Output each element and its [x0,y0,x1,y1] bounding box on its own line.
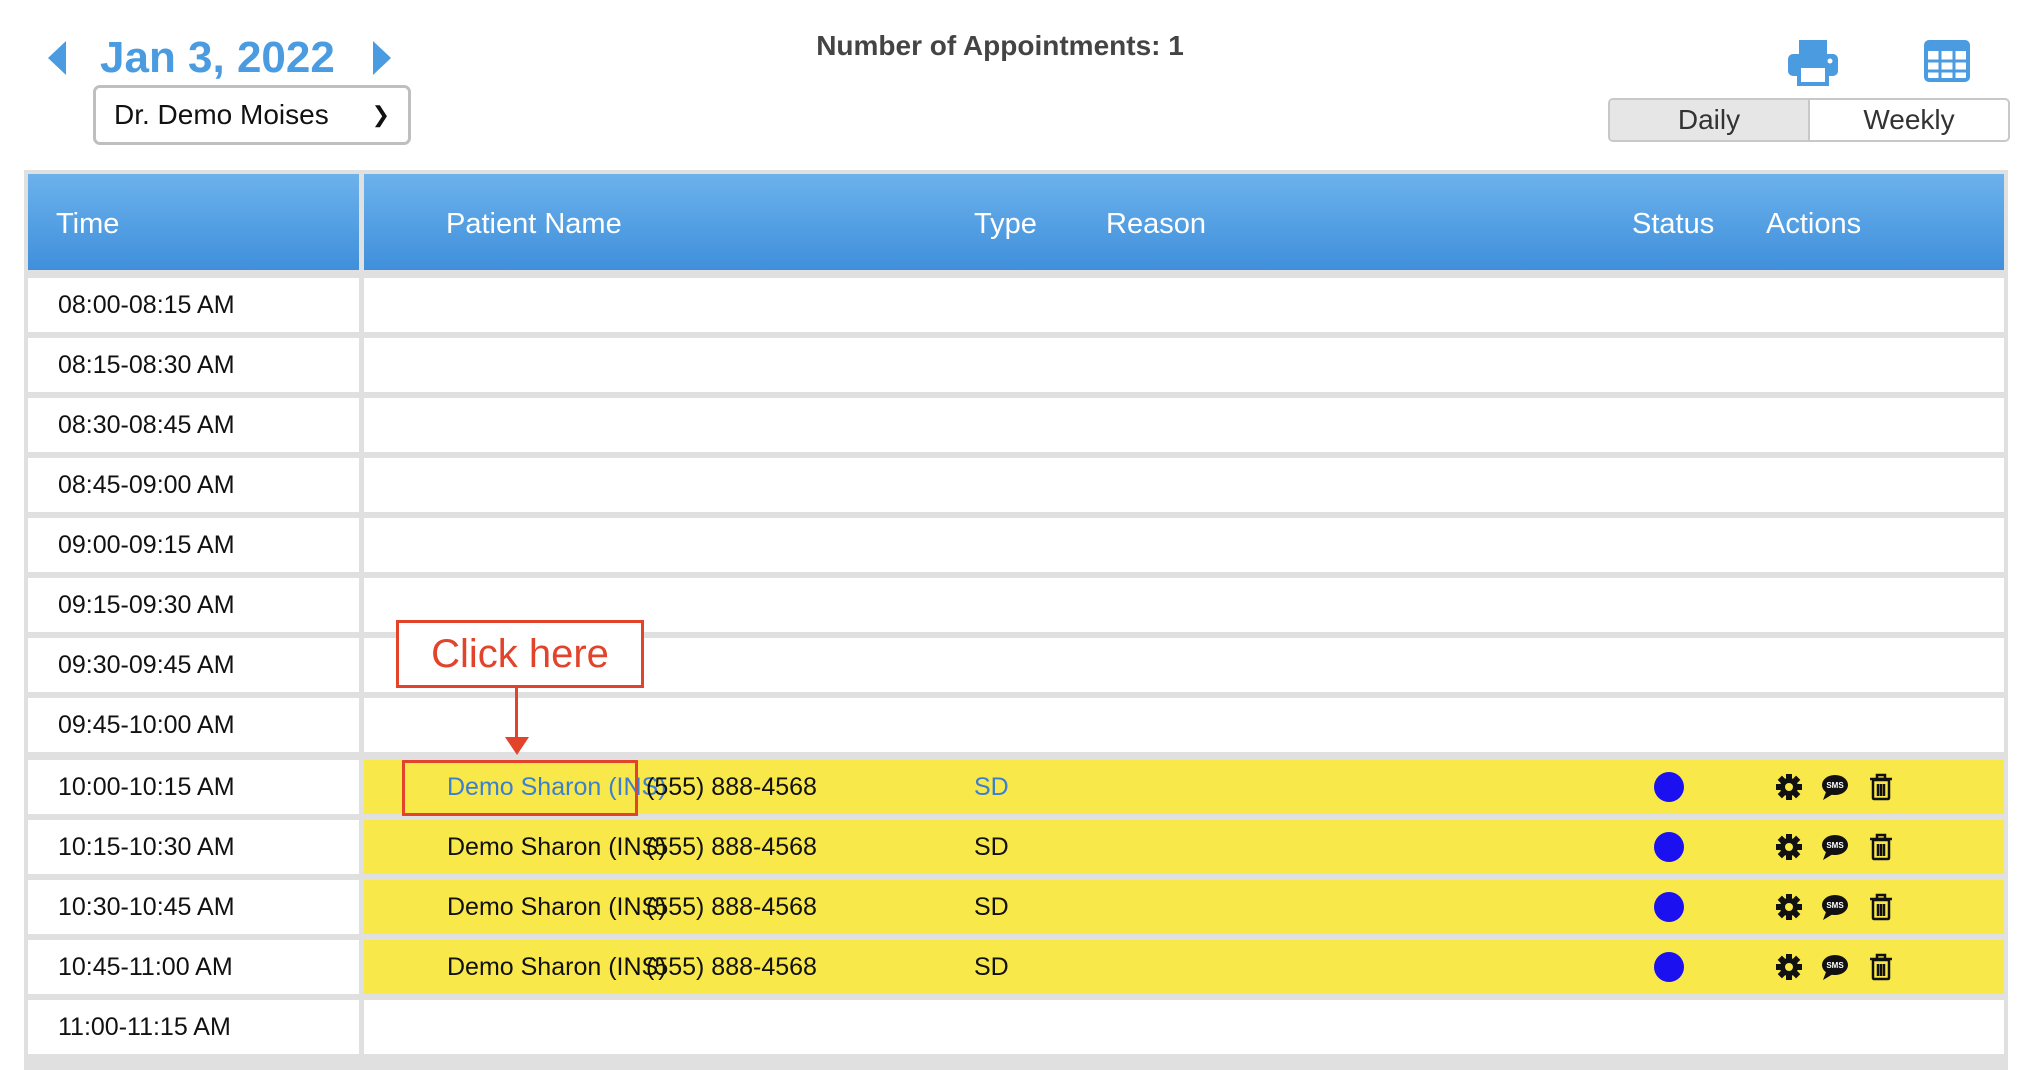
schedule-table: Time Patient Name Type Reason Status Act… [24,170,2008,1070]
status-indicator [1654,832,1684,862]
weekly-view-button[interactable]: Weekly [1810,100,2008,140]
patient-name-link[interactable]: Demo Sharon (INS) [447,940,667,994]
status-indicator [1654,772,1684,802]
appointment-slot[interactable] [364,698,2004,752]
schedule-row: 09:45-10:00 AM [24,698,2008,752]
click-here-callout: Click here [396,620,644,688]
appointment-slot[interactable] [364,518,2004,572]
patient-phone: (555) 888-4568 [646,952,817,981]
callout-arrow-line [515,688,518,740]
time-slot-label: 08:15-08:30 AM [28,338,359,392]
sms-icon[interactable]: SMS [1820,892,1850,922]
time-slot-label: 10:30-10:45 AM [28,880,359,934]
reason-header-label: Reason [1106,208,1206,240]
actions-header-label: Actions [1766,208,1862,240]
callout-arrow-head [505,737,529,755]
schedule-row: 10:00-10:15 AM Demo Sharon (INS) (555) 888… [24,760,2008,814]
callout-target-highlight [402,760,638,816]
time-slot-label: 09:15-09:30 AM [28,578,359,632]
next-day-arrow-icon[interactable] [372,41,391,75]
delete-trash-icon[interactable] [1866,952,1896,982]
patient-phone: (555) 888-4568 [646,832,817,861]
schedule-row: 08:45-09:00 AM [24,458,2008,512]
time-slot-label: 11:00-11:15 AM [28,1000,359,1054]
appointment-slot[interactable] [364,338,2004,392]
appointment-slot[interactable]: Demo Sharon (INS) (555) 888-4568 SD SMS [364,820,2004,874]
appointment-slot[interactable] [364,398,2004,452]
time-slot-label: 09:30-09:45 AM [28,638,359,692]
schedule-row: 08:00-08:15 AM [24,278,2008,332]
delete-trash-icon[interactable] [1866,832,1896,862]
view-toggle: Daily Weekly [1608,98,2010,142]
svg-text:SMS: SMS [1826,841,1844,850]
time-header-label: Time [56,208,120,240]
sms-icon[interactable]: SMS [1820,832,1850,862]
print-icon[interactable] [1786,38,1840,86]
type-header-label: Type [974,208,1037,240]
current-date: Jan 3, 2022 [100,33,335,82]
svg-text:SMS: SMS [1826,901,1844,910]
appointment-slot[interactable] [364,278,2004,332]
time-slot-label: 09:45-10:00 AM [28,698,359,752]
sms-icon[interactable]: SMS [1820,952,1850,982]
time-slot-label: 10:45-11:00 AM [28,940,359,994]
schedule-row: 09:30-09:45 AM [24,638,2008,692]
appointment-type: SD [974,952,1009,981]
schedule-row: 10:15-10:30 AM Demo Sharon (INS) (555) 888… [24,820,2008,874]
time-slot-label: 08:45-09:00 AM [28,458,359,512]
patient-header-label: Patient Name [446,208,622,240]
appointment-type: SD [974,892,1009,921]
schedule-row: 11:00-11:15 AM [24,1000,2008,1054]
delete-trash-icon[interactable] [1866,772,1896,802]
status-indicator [1654,952,1684,982]
appointment-slot[interactable] [364,458,2004,512]
appointments-column-header: Patient Name Type Reason Status Actions [364,174,2004,270]
settings-gear-icon[interactable] [1774,952,1804,982]
schedule-row: 10:30-10:45 AM Demo Sharon (INS) (555) 888… [24,880,2008,934]
appointment-slot[interactable] [364,1000,2004,1054]
patient-name-link[interactable]: Demo Sharon (INS) [447,820,667,874]
time-slot-label: 10:15-10:30 AM [28,820,359,874]
appointment-type: SD [974,772,1009,801]
svg-text:SMS: SMS [1826,961,1844,970]
svg-text:SMS: SMS [1826,781,1844,790]
time-slot-label: 10:00-10:15 AM [28,760,359,814]
time-slot-label: 08:00-08:15 AM [28,278,359,332]
daily-view-button[interactable]: Daily [1610,100,1810,140]
time-slot-label: 08:30-08:45 AM [28,398,359,452]
prev-day-arrow-icon[interactable] [48,41,66,75]
patient-phone: (555) 888-4568 [646,892,817,921]
settings-gear-icon[interactable] [1774,832,1804,862]
doctor-select[interactable]: Dr. Demo Moises ❯ [93,85,411,145]
delete-trash-icon[interactable] [1866,892,1896,922]
chevron-down-icon: ❯ [371,102,390,127]
settings-gear-icon[interactable] [1774,772,1804,802]
status-indicator [1654,892,1684,922]
calendar-grid-icon[interactable] [1924,40,1970,82]
patient-phone: (555) 888-4568 [646,772,817,801]
schedule-row: 08:30-08:45 AM [24,398,2008,452]
time-column-header: Time [28,174,359,270]
doctor-select-value: Dr. Demo Moises [114,99,329,130]
appointment-slot[interactable]: Demo Sharon (INS) (555) 888-4568 SD SMS [364,880,2004,934]
appointment-type: SD [974,832,1009,861]
patient-name-link[interactable]: Demo Sharon (INS) [447,880,667,934]
schedule-row: 09:15-09:30 AM [24,578,2008,632]
schedule-row: 09:00-09:15 AM [24,518,2008,572]
date-navigation: Jan 3, 2022 [48,28,391,88]
schedule-row: 10:45-11:00 AM Demo Sharon (INS) (555) 888… [24,940,2008,994]
appointment-count: Number of Appointments: 1 [816,30,1184,61]
schedule-row: 08:15-08:30 AM [24,338,2008,392]
settings-gear-icon[interactable] [1774,892,1804,922]
sms-icon[interactable]: SMS [1820,772,1850,802]
status-header-label: Status [1632,208,1715,240]
time-slot-label: 09:00-09:15 AM [28,518,359,572]
appointment-slot[interactable]: Demo Sharon (INS) (555) 888-4568 SD SMS [364,940,2004,994]
